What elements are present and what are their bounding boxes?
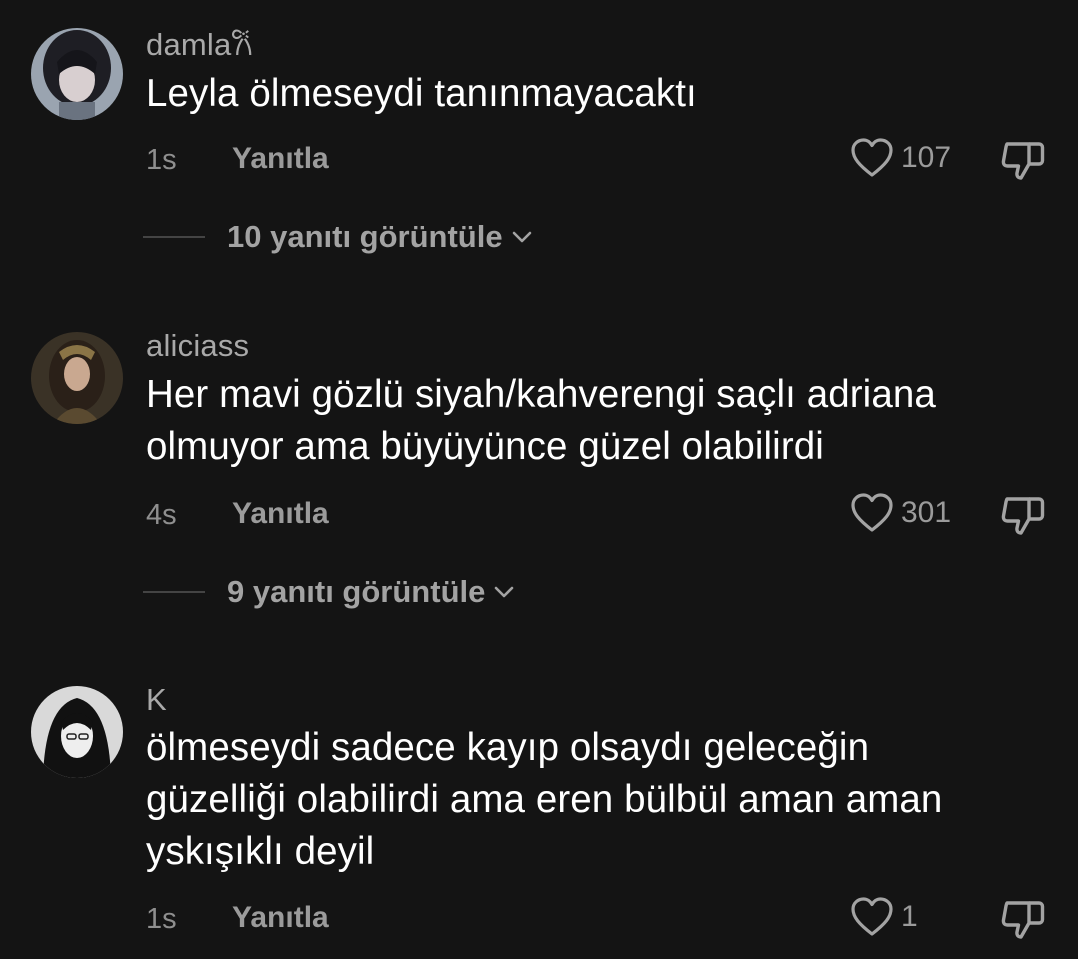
thumbs-down-icon — [1001, 901, 1045, 939]
dislike-button[interactable] — [999, 136, 1047, 184]
chevron-down-icon — [495, 586, 514, 598]
dislike-button[interactable] — [999, 491, 1047, 539]
like-count: 107 — [901, 141, 952, 174]
like-button[interactable]: 1 — [849, 896, 918, 938]
view-replies-label: 9 yanıtı görüntüle — [227, 574, 486, 609]
comment-timestamp: 1s — [146, 144, 177, 176]
avatar-image — [31, 686, 123, 778]
like-button[interactable]: 301 — [849, 492, 951, 534]
view-replies-button[interactable]: 10 yanıtı görüntüle — [143, 219, 535, 255]
view-replies-button[interactable]: 9 yanıtı görüntüle — [143, 574, 517, 610]
comment-text: ölmeseydi sadece kayıp olsaydı geleceğin… — [146, 726, 943, 873]
view-replies-label: 10 yanıtı görüntüle — [227, 219, 503, 254]
comment-timestamp: 4s — [146, 499, 177, 531]
comment-text: Her mavi gözlü siyah/kahverengi saçlı ad… — [146, 373, 936, 468]
avatar-image — [31, 332, 123, 424]
heart-icon — [851, 897, 893, 936]
chevron-down-icon — [512, 231, 531, 243]
avatar-image — [31, 28, 123, 120]
comment-username[interactable]: damla𐙚 — [146, 23, 253, 65]
dislike-button[interactable] — [999, 895, 1047, 943]
comment-username[interactable]: aliciass — [146, 328, 249, 364]
comment-text: Leyla ölmeseydi tanınmayacaktı — [146, 72, 697, 115]
comment-timestamp: 1s — [146, 903, 177, 935]
heart-icon — [851, 493, 893, 532]
reply-button[interactable]: Yanıtla — [232, 497, 329, 531]
heart-icon — [851, 138, 893, 177]
reply-button[interactable]: Yanıtla — [232, 142, 329, 176]
divider — [143, 591, 205, 593]
like-count: 301 — [901, 496, 952, 529]
like-count: 1 — [901, 900, 918, 933]
avatar[interactable] — [31, 28, 123, 120]
reply-button[interactable]: Yanıtla — [232, 901, 329, 935]
avatar[interactable] — [31, 686, 123, 778]
divider — [143, 236, 205, 238]
avatar[interactable] — [31, 332, 123, 424]
thumbs-down-icon — [1001, 142, 1045, 180]
like-button[interactable]: 107 — [849, 137, 951, 179]
comment-username[interactable]: K — [146, 682, 167, 718]
thumbs-down-icon — [1001, 497, 1045, 535]
